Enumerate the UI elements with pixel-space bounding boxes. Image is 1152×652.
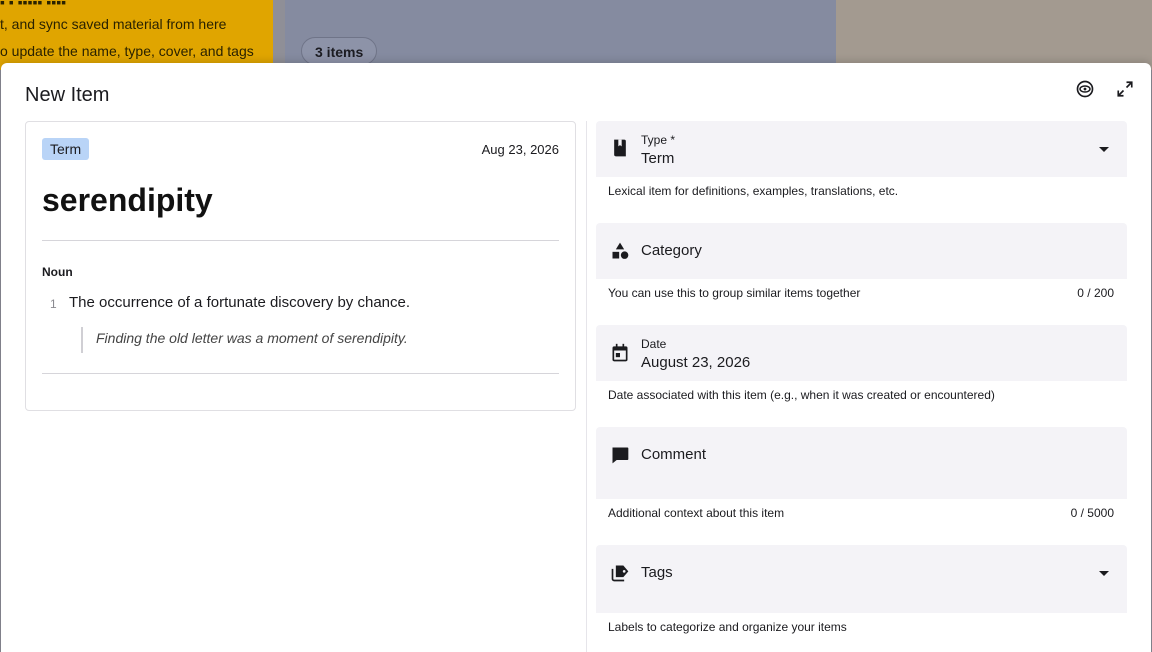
type-label: Type * [641,133,676,147]
date-field[interactable]: Date August 23, 2026 [596,325,1127,381]
sense-number: 1 [50,297,57,311]
comment-char-counter: 0 / 5000 [1070,506,1114,520]
shapes-icon [612,242,629,259]
category-char-counter: 0 / 200 [1077,286,1114,300]
fullscreen-button[interactable] [1113,77,1137,101]
chevron-down-icon [1099,147,1109,152]
expand-icon [1117,81,1133,97]
sense-definition: The occurrence of a fortunate discovery … [69,294,411,311]
tags-helper-text: Labels to categorize and organize your i… [608,620,847,634]
background-text-fragment: ▪ ▪ ▪▪▪▪▪ ▪▪▪▪ [0,0,67,10]
type-helper-text: Lexical item for definitions, examples, … [608,184,899,198]
items-count-chip: 3 items [301,37,378,65]
comment-textarea[interactable]: Comment [596,427,1127,499]
category-helper-text: You can use this to group similar items … [608,286,861,300]
type-value: Term [641,150,675,167]
background-panel-right [836,0,1152,70]
calendar-icon [612,343,628,362]
dialog-title: New Item [25,84,110,106]
background-panel-left: ▪ ▪ ▪▪▪▪▪ ▪▪▪▪ t, and sync saved materia… [0,0,273,70]
preview-toggle-button[interactable] [1073,77,1097,101]
category-input[interactable]: Category [596,223,1127,279]
tags-select[interactable]: Tags [596,545,1127,613]
category-label: Category [641,242,702,259]
date-label: Date [641,337,667,351]
column-separator [586,121,587,652]
part-of-speech: Noun [42,265,73,279]
example-quote-bar [81,327,83,353]
background-text-line: t, and sync saved material from here [0,16,227,32]
tags-icon [611,565,629,582]
type-badge: Term [42,138,90,160]
comment-icon [612,447,629,464]
term-word: serendipity [42,182,213,218]
sense-example: Finding the old letter was a moment of s… [96,330,408,346]
tags-label: Tags [641,564,673,581]
preview-date: Aug 23, 2026 [481,142,559,157]
comment-helper-text: Additional context about this item [608,506,785,520]
eye-icon [1076,80,1094,98]
item-preview-card: Term Aug 23, 2026 serendipity Noun 1 The… [25,121,576,411]
comment-label: Comment [641,446,707,463]
background-gap [273,0,285,70]
book-icon [614,139,626,157]
divider [42,373,559,374]
chevron-down-icon [1099,571,1109,576]
type-select[interactable]: Type * Term [596,121,1127,177]
date-helper-text: Date associated with this item (e.g., wh… [608,388,995,402]
divider [42,240,559,241]
date-value: August 23, 2026 [641,354,751,371]
background-text-line: o update the name, type, cover, and tags [0,43,254,59]
new-item-dialog: New Item Term Aug 23, 2026 serendipity N… [1,63,1151,652]
